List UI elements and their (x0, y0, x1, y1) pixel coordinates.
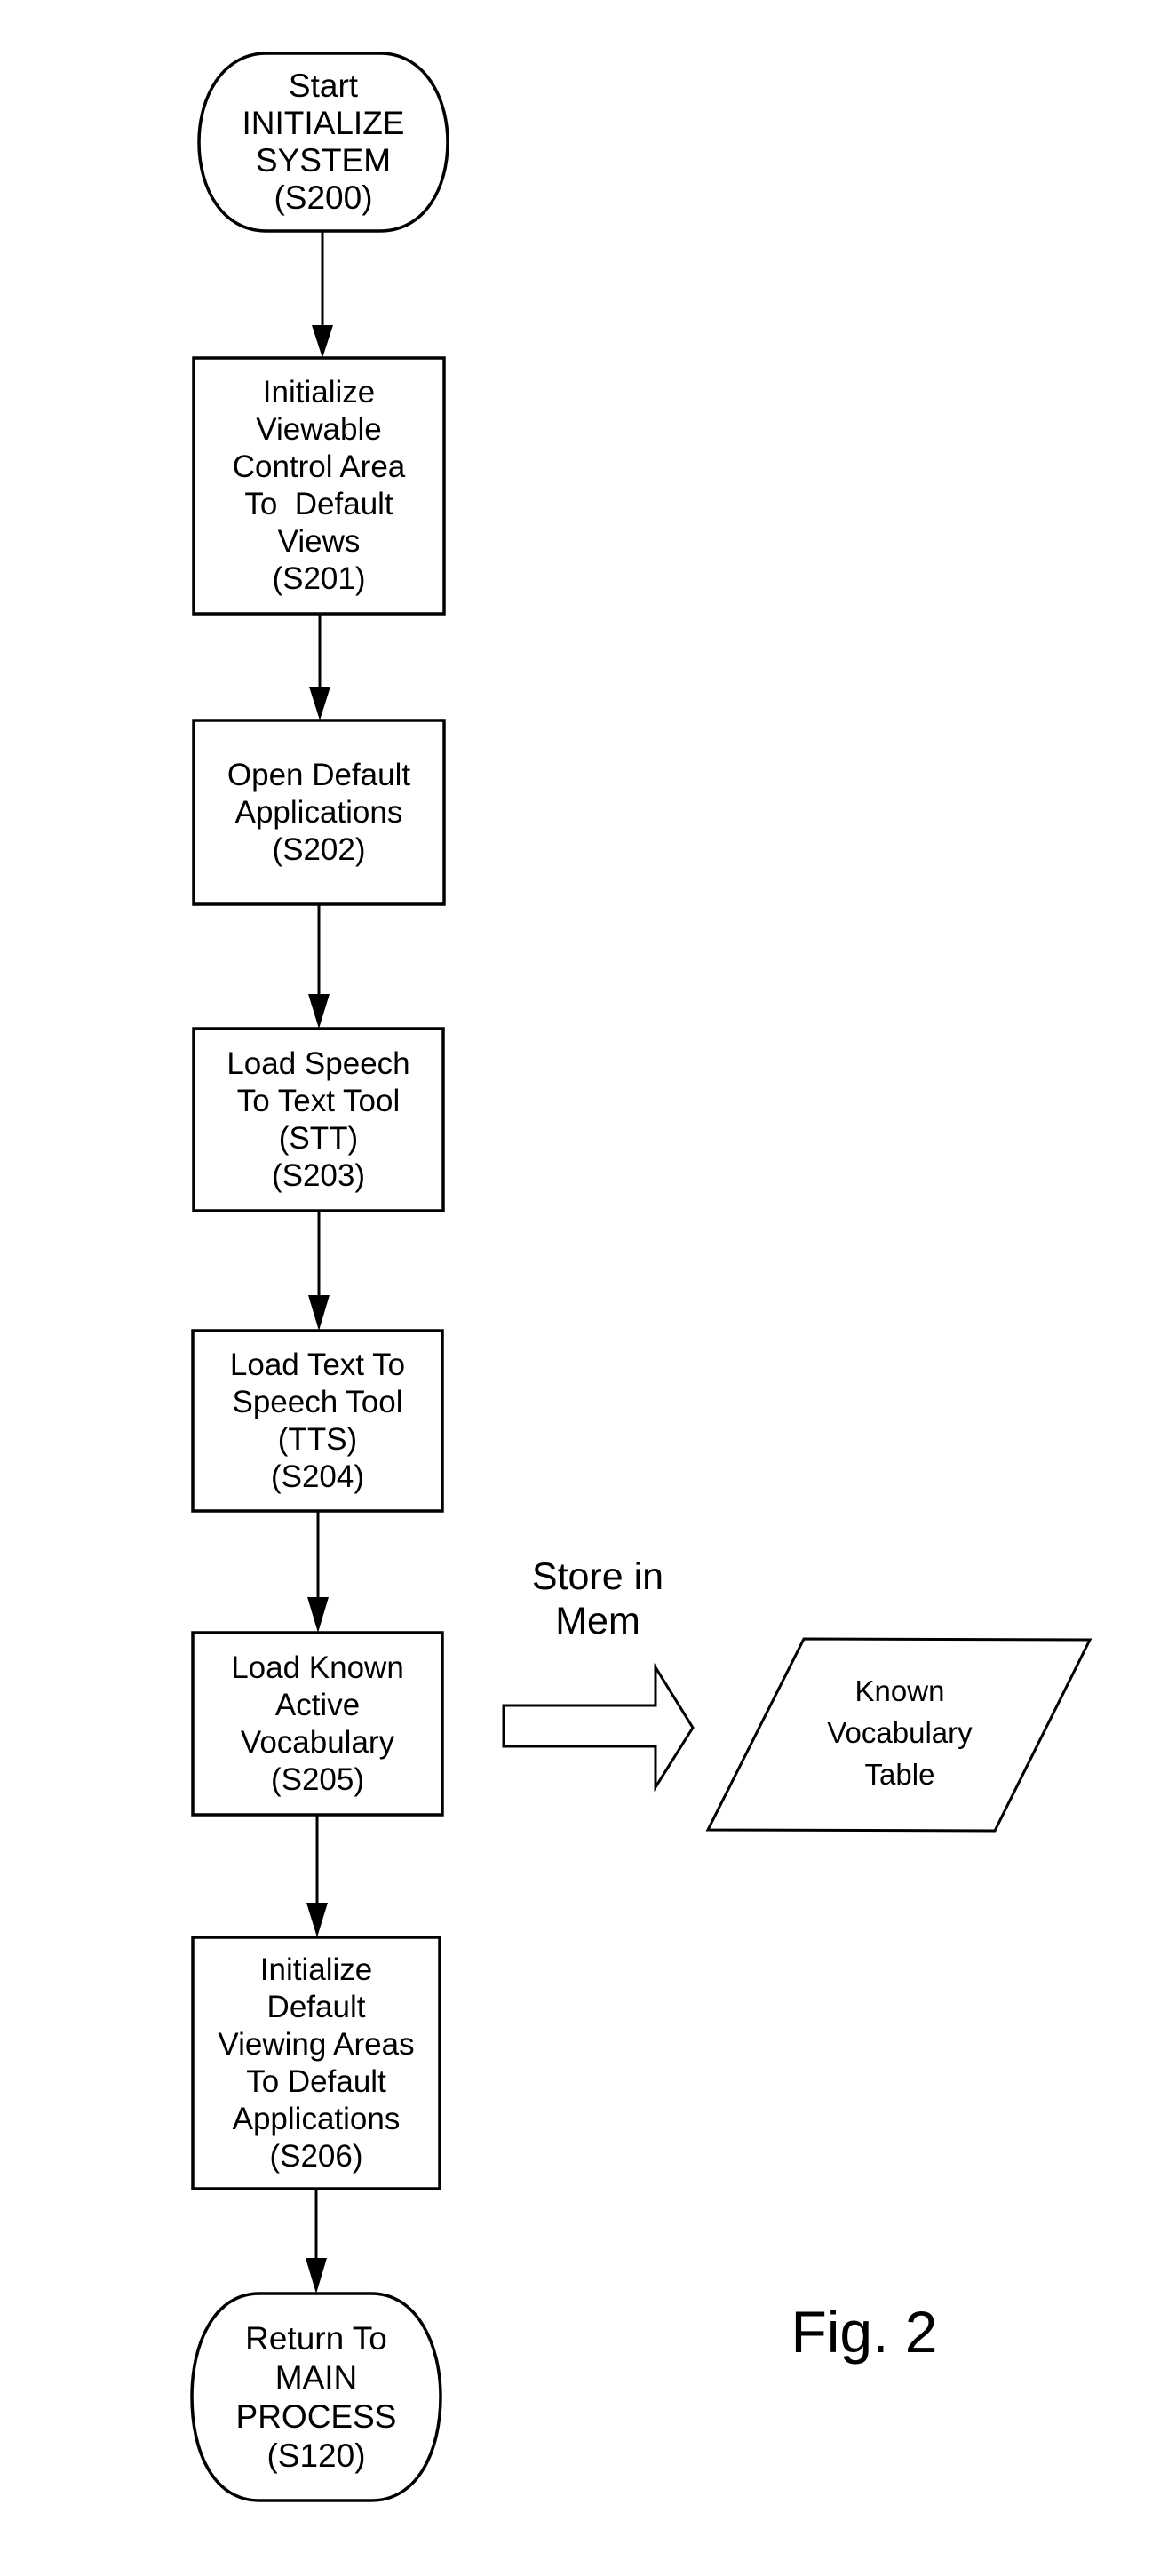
store-in-memory-arrow (502, 1662, 695, 1793)
node-line: Viewing Areas (218, 2026, 415, 2062)
label-line: Mem (555, 1600, 640, 1642)
node-line: Open Default (226, 757, 411, 792)
process-step-s206: Initialize Default Viewing Areas To Defa… (193, 1937, 440, 2189)
label-line: Store in (531, 1555, 664, 1598)
node-line: Viewable (256, 412, 382, 447)
process-step-s203: Load Speech To Text Tool (STT) (S203) (194, 1029, 443, 1211)
arrowhead-s202 (309, 687, 330, 720)
node-line: Known (854, 1674, 945, 1707)
node-line: To Text Tool (236, 1083, 401, 1118)
arrowhead-s204 (308, 1295, 330, 1331)
node-line: To Default (244, 487, 393, 521)
node-line: Vocabulary (827, 1715, 973, 1749)
arrowhead-s206 (306, 1903, 328, 1937)
node-line: Speech Tool (232, 1384, 403, 1419)
node-line: (S204) (270, 1459, 365, 1494)
node-line: (TTS) (277, 1421, 358, 1457)
arrowhead-s201 (312, 325, 333, 358)
node-line: Return To (245, 2319, 387, 2357)
figure-caption: Fig. 2 (791, 2299, 938, 2365)
node-line: Active (274, 1687, 361, 1722)
node-line: Applications (232, 2101, 401, 2136)
node-line: Vocabulary (240, 1724, 395, 1760)
node-line: Start (288, 68, 359, 104)
process-step-s201: Initialize Viewable Control Area To Defa… (194, 358, 444, 614)
node-line: Load Speech (226, 1046, 410, 1081)
node-line: Applications (234, 794, 403, 830)
node-line: PROCESS (235, 2397, 397, 2435)
node-line: Load Known (231, 1650, 404, 1685)
flowchart-canvas (190, 52, 1093, 2502)
node-line: Initialize (262, 375, 376, 409)
node-line: (S201) (272, 561, 366, 596)
node-line: Default (266, 1989, 366, 2024)
node-line: (S203) (271, 1157, 366, 1193)
process-step-s204: Load Text To Speech Tool (TTS) (S204) (193, 1331, 442, 1511)
node-line: Initialize (259, 1952, 373, 1987)
node-line: (S202) (272, 831, 366, 867)
node-line: Load Text To (229, 1347, 406, 1382)
node-line: Views (277, 524, 361, 559)
node-line: (S200) (274, 179, 373, 216)
known-vocabulary-table: Known Vocabulary Table (793, 1661, 1006, 1803)
node-line: MAIN (274, 2358, 358, 2396)
node-line: (S120) (266, 2437, 366, 2474)
node-line: INITIALIZE (242, 105, 405, 141)
node-line: Table (864, 1757, 935, 1791)
arrowhead-s120 (306, 2258, 327, 2294)
node-line: SYSTEM (255, 142, 392, 179)
end-terminal: Return To MAIN PROCESS (S120) (192, 2294, 441, 2500)
process-step-s202: Open Default Applications (S202) (194, 720, 444, 904)
process-step-s205: Load Known Active Vocabulary (S205) (193, 1633, 442, 1815)
arrowhead-s205 (307, 1597, 329, 1633)
node-line: Control Area (232, 449, 406, 484)
node-line: (STT) (278, 1120, 359, 1156)
node-line: (S206) (269, 2138, 363, 2174)
node-line: To Default (246, 2063, 386, 2099)
store-in-memory-label: Store in Mem (509, 1554, 687, 1643)
node-line: (S205) (270, 1761, 365, 1797)
arrowhead-s203 (308, 994, 330, 1029)
start-terminal: Start INITIALIZE SYSTEM (S200) (199, 53, 448, 231)
